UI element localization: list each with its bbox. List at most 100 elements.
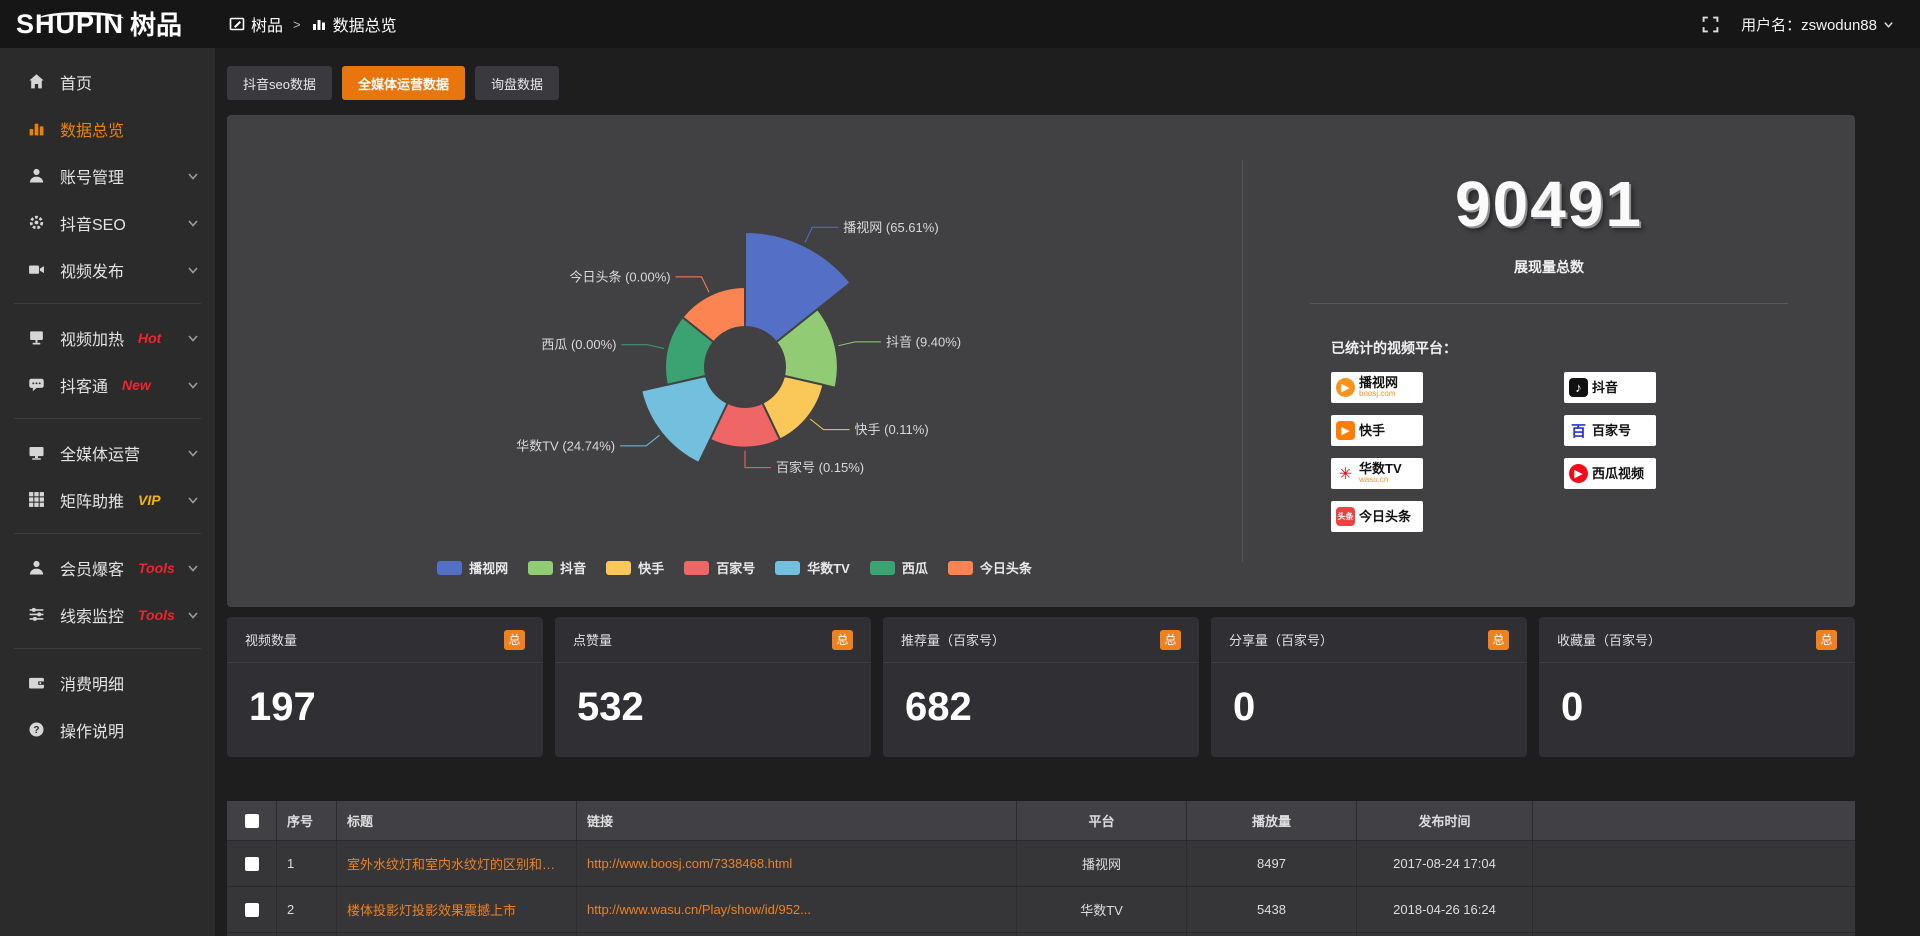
video-title-link[interactable]: 室外水纹灯和室内水纹灯的区别和简介 [347,854,566,873]
wasu-logo: ✳ [1336,464,1355,483]
stat-card-shares: 分享量（百家号）总 0 [1211,617,1527,757]
video-url-link[interactable]: http://www.wasu.cn/Play/show/id/952... [587,902,811,917]
chevron-down-icon [187,217,199,229]
col-header-time: 发布时间 [1357,801,1533,840]
legend-item[interactable]: 百家号 [684,558,755,577]
xigua-logo: ▶ [1569,464,1588,483]
total-badge[interactable]: 总 [1488,630,1509,650]
user-menu[interactable]: 用户名：zswodun88 [1741,14,1894,35]
stat-card-value: 0 [1539,663,1855,730]
chart-legend: 播视网 抖音 快手 百家号 华数TV 西瓜 今日头条 [227,558,1242,577]
sidebar-item-douyin-seo[interactable]: 抖音SEO [0,199,215,246]
new-badge: New [122,377,151,393]
sidebar-divider [14,418,201,419]
question-circle-icon: ? [28,721,45,738]
tools-badge: Tools [138,607,175,623]
breadcrumb-current[interactable]: 数据总览 [311,12,397,36]
sidebar-item-video-heat[interactable]: 视频加热 Hot [0,314,215,361]
table-row: 2 楼体投影灯投影效果震撼上市 http://www.wasu.cn/Play/… [227,887,1855,933]
sidebar-item-label: 数据总览 [60,117,124,141]
cell-time: 2017-08-24 17:04 [1357,841,1533,886]
pie-label-line [805,227,838,242]
stat-card-title: 分享量（百家号） [1229,630,1333,649]
legend-item[interactable]: 华数TV [775,558,850,577]
stat-card-title: 推荐量（百家号） [901,630,1005,649]
sidebar-item-omnimedia[interactable]: 全媒体运营 [0,429,215,476]
breadcrumb: 树品 > 数据总览 [229,12,397,36]
pie-label: 百家号 (0.15%) [776,460,864,475]
total-badge[interactable]: 总 [1816,630,1837,650]
fullscreen-icon[interactable] [1702,16,1719,33]
cell-no: 2 [277,887,337,932]
select-all-checkbox[interactable] [245,814,259,828]
breadcrumb-current-label: 数据总览 [333,12,397,36]
sidebar-item-spend-detail[interactable]: 消费明细 [0,659,215,706]
legend-item[interactable]: 播视网 [437,558,508,577]
pie-slice[interactable] [641,376,727,463]
platform-badge-baijiahao: 百百家号 [1564,415,1656,446]
total-badge[interactable]: 总 [1160,630,1181,650]
main-content: 抖音seo数据 全媒体运营数据 询盘数据 播视网 (65.61%)抖音 (9.4… [215,48,1920,936]
gear-icon [28,214,45,231]
videos-table: 序号 标题 链接 平台 播放量 发布时间 1 室外水纹灯和室内水纹灯的区别和简介… [227,801,1855,936]
tab-omnimedia-data[interactable]: 全媒体运营数据 [342,66,465,100]
sidebar-item-help[interactable]: ? 操作说明 [0,706,215,753]
pie-label-line [676,277,709,292]
sidebar-item-label: 视频发布 [60,258,124,282]
summary-area: 90491 展现量总数 已统计的视频平台： ▶播视网boosj.com ♪抖音 … [1243,115,1855,607]
platform-badge-xigua: ▶西瓜视频 [1564,458,1656,489]
total-badge[interactable]: 总 [504,630,525,650]
legend-item[interactable]: 今日头条 [948,558,1032,577]
platforms-grid: ▶播视网boosj.com ♪抖音 ▶快手 百百家号 ✳华数TVwasu.cn … [1331,372,1855,532]
col-header-link: 链接 [577,801,1017,840]
breadcrumb-root[interactable]: 树品 [229,12,283,36]
sidebar-item-account[interactable]: 账号管理 [0,152,215,199]
sidebar-item-doketong[interactable]: 抖客通 New [0,361,215,408]
pie-label-line [810,419,849,430]
total-impressions-value: 90491 [1243,167,1855,241]
table-row: 1 室外水纹灯和室内水纹灯的区别和简介 http://www.boosj.com… [227,841,1855,887]
stat-card-favorites: 收藏量（百家号）总 0 [1539,617,1855,757]
sidebar-divider [14,303,201,304]
table-header-row: 序号 标题 链接 平台 播放量 发布时间 [227,801,1855,841]
tab-inquiry-data[interactable]: 询盘数据 [475,66,559,100]
legend-item[interactable]: 西瓜 [870,558,928,577]
pie-label: 播视网 (65.61%) [843,220,938,235]
platforms-title: 已统计的视频平台： [1331,338,1855,358]
boosj-logo: ▶ [1336,378,1355,397]
sidebar-item-label: 首页 [60,70,92,94]
member-icon [28,559,45,576]
col-header-title: 标题 [337,801,577,840]
sidebar-item-home[interactable]: 首页 [0,58,215,105]
grid-icon [28,491,45,508]
sliders-icon [28,606,45,623]
sidebar-item-lead-monitor[interactable]: 线索监控 Tools [0,591,215,638]
sidebar-item-video-publish[interactable]: 视频发布 [0,246,215,293]
legend-item[interactable]: 抖音 [528,558,586,577]
sidebar-item-matrix-boost[interactable]: 矩阵助推 VIP [0,476,215,523]
tab-douyin-seo-data[interactable]: 抖音seo数据 [227,66,332,100]
sidebar-item-data-overview[interactable]: 数据总览 [0,105,215,152]
baijiahao-logo: 百 [1569,421,1588,440]
sidebar-item-member-burst[interactable]: 会员爆客 Tools [0,544,215,591]
stat-card-value: 532 [555,663,871,730]
row-checkbox[interactable] [245,857,259,871]
breadcrumb-root-label: 树品 [251,12,283,36]
total-impressions-label: 展现量总数 [1243,257,1855,277]
total-badge[interactable]: 总 [832,630,853,650]
cell-plays: 5438 [1187,887,1357,932]
video-title-link[interactable]: 楼体投影灯投影效果震撼上市 [347,900,516,919]
sidebar-item-label: 会员爆客 [60,556,124,580]
pie-label-line [622,345,665,349]
legend-item[interactable]: 快手 [606,558,664,577]
overview-panel: 播视网 (65.61%)抖音 (9.40%)快手 (0.11%)百家号 (0.1… [227,115,1855,607]
video-url-link[interactable]: http://www.boosj.com/7338468.html [587,856,792,871]
pie-label: 今日头条 (0.00%) [569,269,670,284]
user-icon [28,167,45,184]
pie-chart-area: 播视网 (65.61%)抖音 (9.40%)快手 (0.11%)百家号 (0.1… [227,115,1242,607]
sidebar-divider [14,533,201,534]
row-checkbox[interactable] [245,903,259,917]
legend-swatch [528,561,553,575]
vip-badge: VIP [138,492,161,508]
sidebar-item-label: 视频加热 [60,326,124,350]
